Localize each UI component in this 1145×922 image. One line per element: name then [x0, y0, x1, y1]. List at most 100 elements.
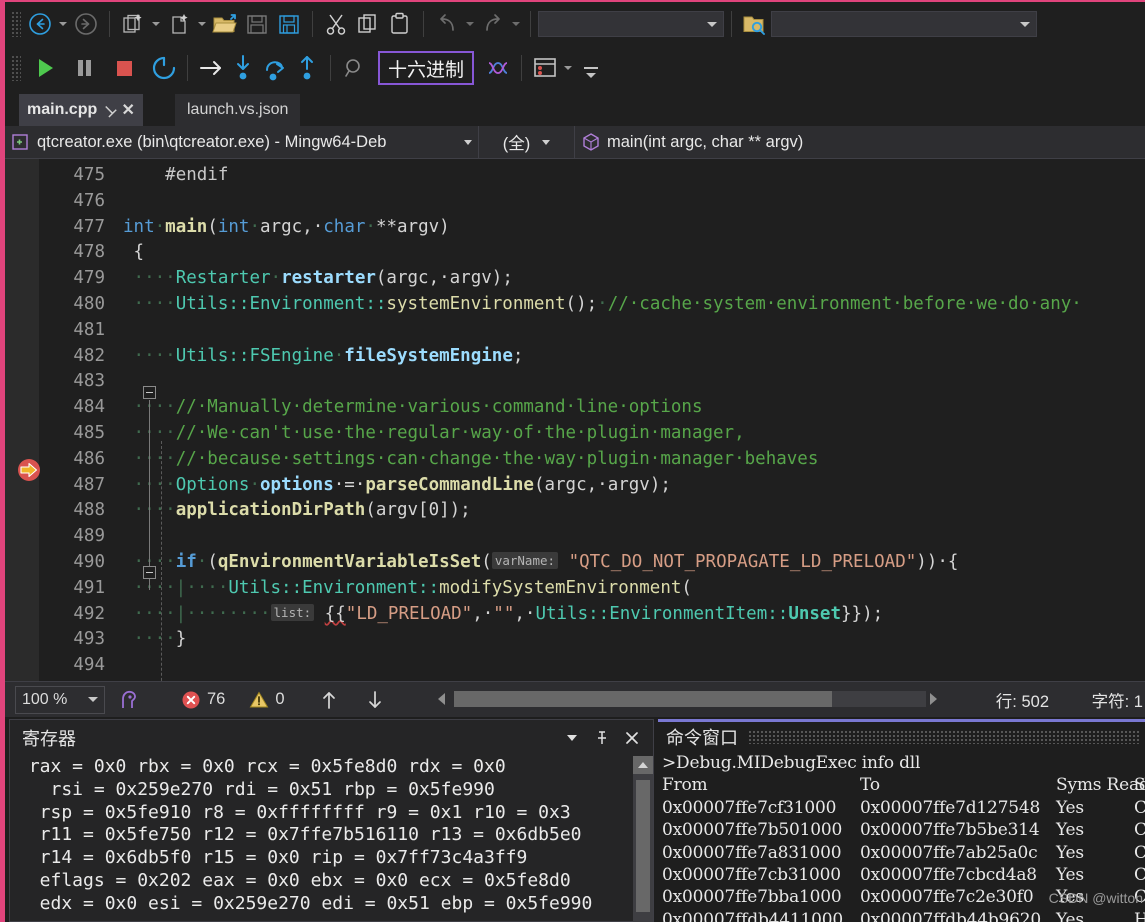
navbar-function-dropdown[interactable]: main(int argc, char ** argv) [575, 126, 1145, 159]
code-line[interactable]: 485 ····//·We·can't·use·the·regular·way·… [5, 423, 1145, 449]
scrollbar-thumb[interactable] [454, 691, 832, 707]
code-line[interactable]: 482 ····Utils::FSEngine·fileSystemEngine… [5, 346, 1145, 372]
threads-button[interactable] [482, 52, 514, 84]
code-line[interactable]: 484 ····//·Manually·determine·various·co… [5, 397, 1145, 423]
error-count-item[interactable]: 76 [181, 690, 225, 710]
code-line[interactable]: 488 ····applicationDirPath(argv[0]); [5, 500, 1145, 526]
code-line[interactable]: 479 ····Restarter·restarter(argc,·argv); [5, 268, 1145, 294]
window-top-accent-border [0, 0, 1145, 2]
line-number: 490 [73, 552, 105, 572]
column-header: From [662, 775, 708, 796]
code-line[interactable]: 487 ····Options·options·=·parseCommandLi… [5, 475, 1145, 501]
stop-debugging-button[interactable] [108, 52, 140, 84]
command-window-panel[interactable]: 命令窗口 >Debug.MIDebugExec info dll From To Sy… [658, 719, 1145, 922]
pin-icon[interactable]: ⊣ [99, 100, 120, 121]
registers-content[interactable]: rax = 0x0 rbx = 0x0 rcx = 0x5fe8d0 rdx =… [10, 756, 633, 922]
toolbar-area: 十六进制 [5, 2, 1145, 90]
search-combo[interactable] [771, 11, 1037, 37]
warning-count-item[interactable]: 0 [249, 690, 285, 710]
code-line[interactable]: 480 ····Utils::Environment::systemEnviro… [5, 294, 1145, 320]
scrollbar-thumb[interactable] [636, 780, 650, 912]
code-line[interactable]: 490 ····if·(qEnvironmentVariableIsSet(va… [5, 552, 1145, 578]
code-line[interactable]: 478 { [5, 242, 1145, 268]
editor-code-surface[interactable]: 475 #endif 476 477 int·main(int·argc,·char·… [5, 159, 1145, 681]
registers-dropdown-button[interactable] [559, 725, 585, 751]
intellisense-status-button[interactable] [113, 684, 145, 716]
code-line[interactable]: 489 [5, 526, 1145, 552]
navbar-project-dropdown[interactable]: qtcreator.exe (bin\qtcreator.exe) - Ming… [5, 125, 479, 159]
search-scope-button[interactable] [739, 8, 771, 40]
command-window-grip[interactable] [748, 730, 1139, 744]
previous-issue-button[interactable] [313, 684, 345, 716]
registers-pin-button[interactable] [589, 725, 615, 751]
quick-watch-button[interactable] [338, 52, 370, 84]
hexadecimal-display-button[interactable]: 十六进制 [378, 51, 475, 85]
code-line[interactable]: 493 ····} [5, 629, 1145, 655]
step-into-button[interactable] [227, 52, 259, 84]
registers-vertical-scrollbar[interactable] [633, 756, 653, 922]
code-token: "QTC_DO_NOT_PROPAGATE_LD_PRELOAD" [568, 552, 917, 572]
registers-close-button[interactable] [619, 725, 645, 751]
code-line[interactable]: 476 [5, 191, 1145, 217]
show-next-statement-button[interactable] [195, 52, 227, 84]
code-line[interactable]: 491 ····|····Utils::Environment::modifyS… [5, 578, 1145, 604]
cell: 0x00007ffe7cb31000 [662, 864, 841, 885]
paste-button[interactable] [384, 8, 416, 40]
new-file-button[interactable] [163, 8, 195, 40]
tab-main-cpp[interactable]: main.cpp ⊣ ✕ [19, 94, 143, 126]
code-line[interactable]: 486 ····//·because·settings·can·change·t… [5, 449, 1145, 475]
line-content: ····//·We·can't·use·the·regular·way·of·t… [123, 423, 745, 443]
save-icon [247, 15, 267, 34]
code-line[interactable]: 477 int·main(int·argc,·char·**argv) [5, 217, 1145, 243]
code-token: ···· [123, 629, 176, 650]
navbar-scope-dropdown[interactable]: (全) [479, 125, 575, 159]
new-file-caret[interactable] [195, 8, 209, 40]
code-token: //·We·can't·use·the·regular·way·of·the·p… [175, 423, 745, 443]
code-line[interactable]: 475 #endif [5, 165, 1145, 191]
toolbar-grip[interactable] [11, 11, 21, 37]
code-token: systemEnvironment [386, 294, 566, 314]
navigate-backward-button[interactable] [24, 8, 56, 40]
step-out-button[interactable] [291, 52, 323, 84]
continue-button[interactable] [28, 52, 60, 84]
fold-toggle-main[interactable] [143, 386, 156, 399]
new-project-button[interactable] [117, 8, 149, 40]
code-line[interactable]: 494 [5, 655, 1145, 681]
zoom-combo[interactable]: 100 % [15, 685, 105, 714]
scroll-right-arrow-icon[interactable] [930, 693, 937, 705]
cut-button[interactable] [320, 8, 352, 40]
editor-horizontal-scrollbar[interactable] [430, 689, 950, 709]
restart-debugging-button[interactable] [148, 52, 180, 84]
chevron-down-icon [464, 139, 472, 145]
code-token: · [270, 268, 282, 289]
new-project-caret[interactable] [149, 8, 163, 40]
code-line[interactable]: 481 [5, 320, 1145, 346]
scroll-up-arrow-icon[interactable] [633, 756, 653, 774]
code-line[interactable]: 483 [5, 371, 1145, 397]
toolbar-overflow-button[interactable] [575, 56, 607, 88]
registers-panel[interactable]: 寄存器 rax = 0x0 rbx = 0x0 rcx = 0x5fe8d0 r… [9, 719, 654, 922]
error-circle-icon [182, 691, 200, 708]
break-all-button[interactable] [68, 52, 100, 84]
navigate-backward-caret[interactable] [56, 8, 70, 40]
tab-launch-vs-json[interactable]: launch.vs.json [175, 94, 301, 126]
copy-button[interactable] [352, 8, 384, 40]
cell: H: [1134, 909, 1145, 922]
open-file-button[interactable] [209, 8, 241, 40]
code-editor[interactable]: 475 #endif 476 477 int·main(int·argc,·char·… [5, 159, 1145, 681]
toolbar-grip[interactable] [11, 55, 21, 81]
step-over-button[interactable] [259, 52, 291, 84]
undo-icon [440, 14, 454, 31]
code-line[interactable]: 492 ····|········ list: {{"LD_PRELOAD",·"… [5, 603, 1145, 630]
next-issue-button[interactable] [359, 684, 391, 716]
debug-windows-button[interactable] [529, 52, 561, 84]
command-window-content[interactable]: >Debug.MIDebugExec info dll From To Syms Re… [658, 752, 1145, 922]
debug-windows-caret[interactable] [561, 52, 575, 84]
cell: C: [1134, 864, 1145, 885]
save-all-button[interactable] [273, 8, 305, 40]
fold-toggle-block[interactable] [143, 566, 156, 579]
find-combo[interactable] [538, 11, 724, 37]
scroll-left-arrow-icon[interactable] [438, 693, 445, 705]
close-icon[interactable]: ✕ [121, 100, 134, 120]
code-token: } [175, 629, 187, 650]
